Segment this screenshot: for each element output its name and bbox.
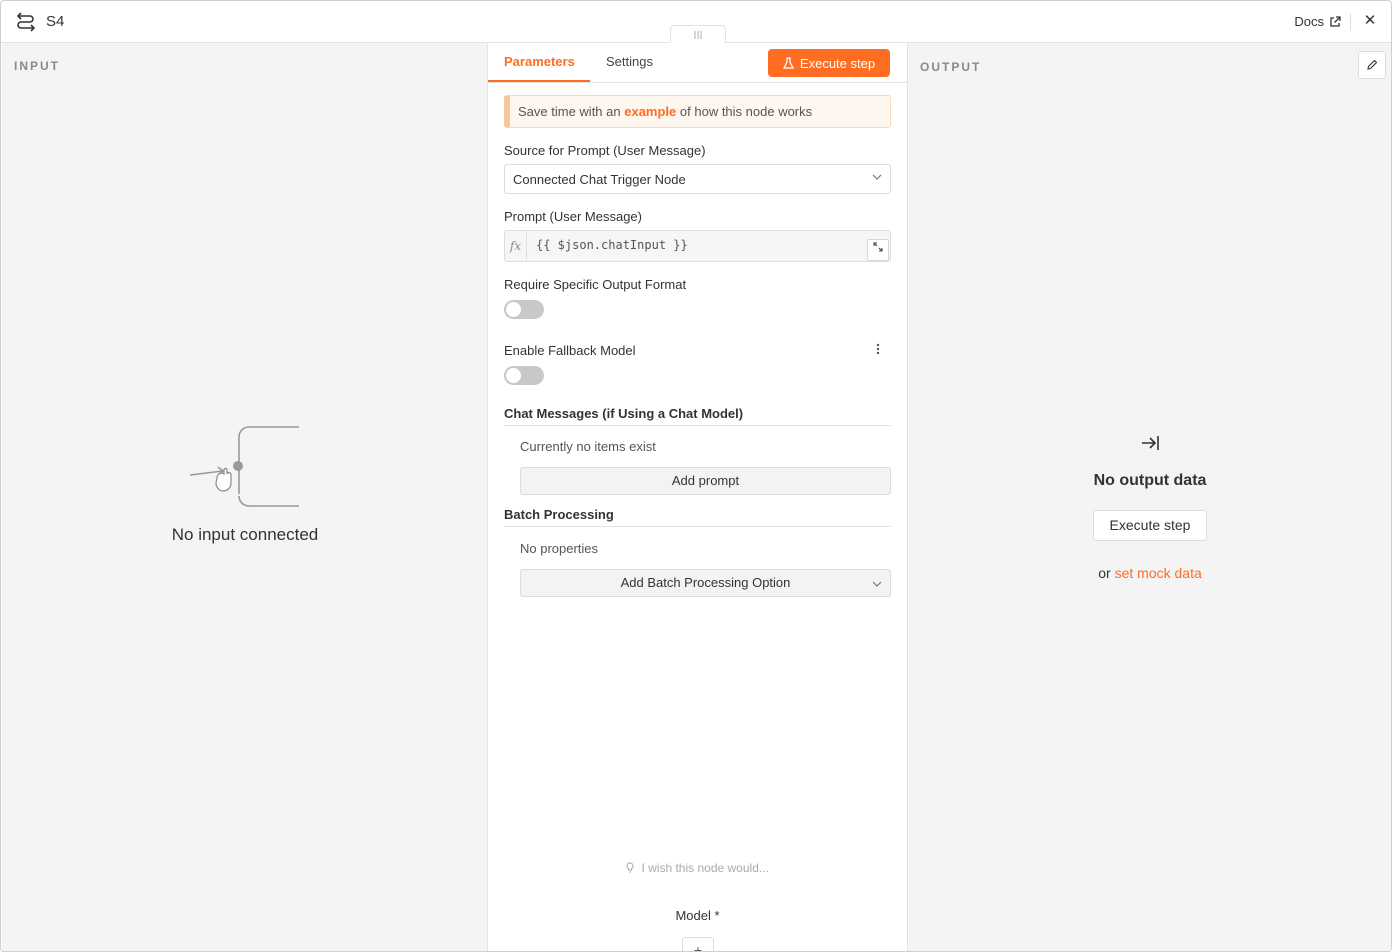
active-tab-indicator xyxy=(488,80,590,82)
batch-no-properties: No properties xyxy=(520,541,599,556)
input-panel: INPUT No input connected xyxy=(2,43,488,951)
example-link[interactable]: example xyxy=(624,104,676,119)
parameters-panel: Parameters Settings Execute step Save ti… xyxy=(488,43,908,951)
prompt-expression-input[interactable]: fx {{ $json.chatInput }} xyxy=(504,230,891,262)
add-prompt-button[interactable]: Add prompt xyxy=(520,467,891,495)
execute-step-label: Execute step xyxy=(799,55,876,71)
output-format-label: Require Specific Output Format xyxy=(504,277,687,292)
prompt-source-value: Connected Chat Trigger Node xyxy=(513,172,686,187)
prompt-label: Prompt (User Message) xyxy=(504,209,642,224)
chat-messages-section-title: Chat Messages (if Using a Chat Model) xyxy=(504,406,891,426)
close-icon[interactable]: ✕ xyxy=(1363,13,1377,29)
notice-text-after: of how this node works xyxy=(679,104,813,119)
lightbulb-icon xyxy=(626,862,634,873)
flask-icon xyxy=(782,57,794,69)
fallback-model-toggle[interactable] xyxy=(504,366,544,385)
tab-parameters[interactable]: Parameters xyxy=(504,54,575,69)
output-format-toggle[interactable] xyxy=(504,300,544,319)
more-options-icon[interactable] xyxy=(876,343,880,355)
edit-output-button[interactable] xyxy=(1358,51,1386,79)
chevron-down-icon xyxy=(872,174,882,180)
panel-drag-handle[interactable] xyxy=(670,25,726,43)
feedback-text: I wish this node would... xyxy=(641,861,769,875)
node-details-modal: S4 Docs ✕ INPUT No input connected Param… xyxy=(0,0,1392,952)
add-batch-option-label: Add Batch Processing Option xyxy=(620,575,791,590)
grip-icon xyxy=(694,30,702,39)
notice-text-before: Save time with an xyxy=(518,104,621,119)
chat-messages-empty: Currently no items exist xyxy=(520,439,656,454)
expand-editor-icon[interactable] xyxy=(867,239,889,261)
execute-step-button[interactable]: Execute step xyxy=(768,49,890,77)
docs-label: Docs xyxy=(1294,14,1324,29)
set-mock-data-link[interactable]: set mock data xyxy=(1115,565,1202,581)
docs-link[interactable]: Docs xyxy=(1294,14,1341,29)
prompt-value: {{ $json.chatInput }} xyxy=(536,238,688,252)
no-input-text: No input connected xyxy=(171,525,319,544)
no-output-title: No output data xyxy=(1093,472,1207,489)
input-panel-label: INPUT xyxy=(14,59,60,73)
chevron-down-icon xyxy=(872,581,882,587)
header-divider xyxy=(1350,13,1351,31)
arrow-right-to-line-icon xyxy=(1142,436,1159,450)
add-batch-option-select[interactable]: Add Batch Processing Option xyxy=(520,569,891,597)
external-link-icon xyxy=(1330,15,1341,27)
no-input-illustration xyxy=(189,426,299,507)
prompt-source-label: Source for Prompt (User Message) xyxy=(504,143,706,158)
output-panel-label: OUTPUT xyxy=(920,60,982,74)
fx-icon: fx xyxy=(505,231,527,261)
node-title[interactable]: S4 xyxy=(46,13,64,30)
fallback-model-label: Enable Fallback Model xyxy=(504,343,636,358)
feedback-link[interactable]: I wish this node would... xyxy=(488,861,907,875)
tab-settings[interactable]: Settings xyxy=(606,54,653,69)
add-model-button[interactable]: + xyxy=(682,937,714,951)
mock-data-line: or set mock data xyxy=(908,565,1391,581)
open-editor-icon xyxy=(873,242,883,252)
agent-node-icon xyxy=(16,12,36,32)
model-connection-label: Model * xyxy=(675,908,720,923)
example-notice: Save time with an example of how this no… xyxy=(504,95,891,128)
prompt-source-select[interactable]: Connected Chat Trigger Node xyxy=(504,164,891,194)
panel-tabs: Parameters Settings Execute step xyxy=(488,43,907,83)
pencil-icon xyxy=(1367,59,1378,70)
batch-processing-section-title: Batch Processing xyxy=(504,507,891,527)
or-text: or xyxy=(1098,565,1111,581)
output-execute-step-button[interactable]: Execute step xyxy=(1093,510,1207,541)
output-panel: OUTPUT No output data Execute step or se… xyxy=(908,43,1391,951)
